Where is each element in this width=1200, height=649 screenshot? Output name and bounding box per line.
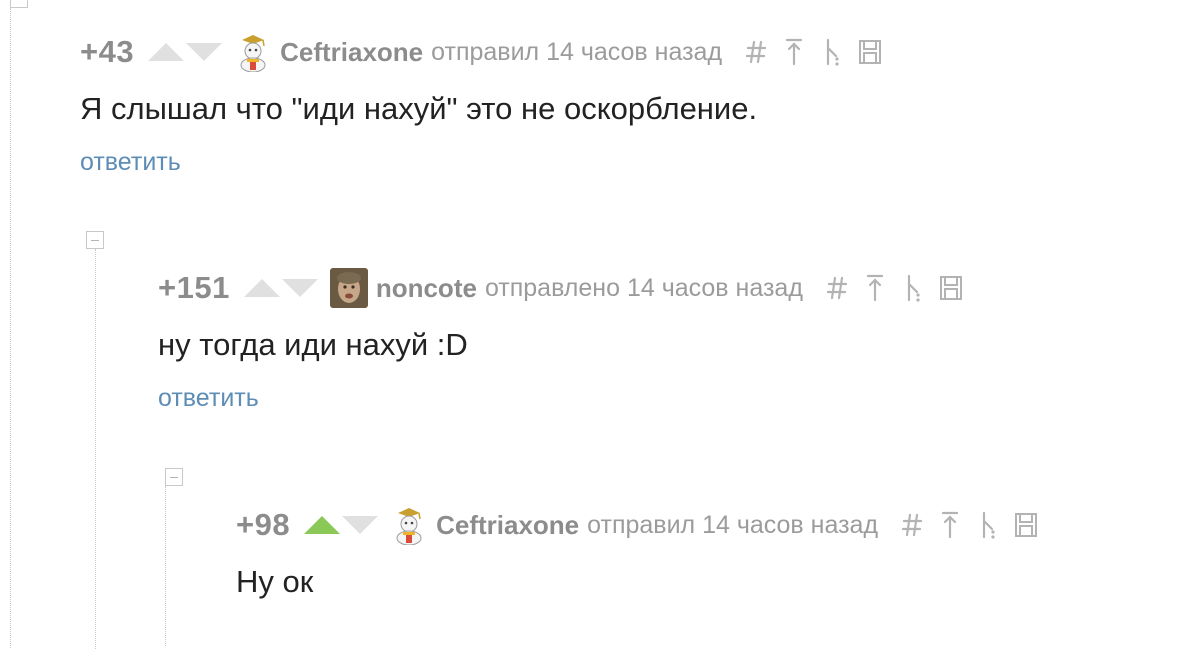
comment-username[interactable]: Ceftriaxone xyxy=(436,510,579,541)
comment-tools xyxy=(900,510,1038,540)
comment-meta: отправил 14 часов назад xyxy=(431,37,723,66)
comment-tools xyxy=(744,37,882,67)
comment-header: +151 noncote отправлено 14 часов назад xyxy=(158,268,963,308)
upvote-icon[interactable] xyxy=(243,279,280,297)
comment-text: Я слышал что "иди нахуй" это не оскорбле… xyxy=(80,91,758,126)
thread-line xyxy=(165,486,166,646)
comment-header: +43 Ceftriaxone отправил 14 часов назад xyxy=(80,32,882,72)
comment: +98 Ceftriaxone отправил 14 часов назад … xyxy=(236,505,1038,601)
hash-icon[interactable] xyxy=(744,37,768,67)
comment-tools xyxy=(825,273,963,303)
arrow-up-icon[interactable] xyxy=(782,37,806,67)
reply-link[interactable]: ответить xyxy=(80,148,181,177)
hash-icon[interactable] xyxy=(900,510,924,540)
collapse-button[interactable] xyxy=(165,468,183,486)
comment-header: +98 Ceftriaxone отправил 14 часов назад xyxy=(236,505,1038,545)
comment-rating: +98 xyxy=(236,507,291,542)
branch-icon[interactable] xyxy=(901,273,925,303)
downvote-icon[interactable] xyxy=(281,279,318,297)
downvote-icon[interactable] xyxy=(186,43,223,61)
upvote-icon[interactable] xyxy=(148,43,185,61)
thread-line xyxy=(95,249,96,649)
comment: +151 noncote отправлено 14 часов назад н… xyxy=(158,268,963,413)
reply-link[interactable]: ответить xyxy=(158,384,259,413)
downvote-icon[interactable] xyxy=(342,516,379,534)
comment-text: Ну ок xyxy=(236,564,314,599)
avatar[interactable] xyxy=(330,268,368,308)
save-icon[interactable] xyxy=(858,37,882,67)
arrow-up-icon[interactable] xyxy=(863,273,887,303)
upvote-icon[interactable] xyxy=(304,516,341,534)
comment-rating: +151 xyxy=(158,270,230,305)
branch-icon[interactable] xyxy=(976,510,1000,540)
avatar[interactable] xyxy=(390,505,428,545)
comment-username[interactable]: Ceftriaxone xyxy=(280,37,423,68)
save-icon[interactable] xyxy=(1014,510,1038,540)
comment-meta: отправлено 14 часов назад xyxy=(484,273,803,302)
comment-username[interactable]: noncote xyxy=(376,273,477,304)
save-icon[interactable] xyxy=(939,273,963,303)
comment: +43 Ceftriaxone отправил 14 часов назад … xyxy=(80,32,882,177)
collapse-button[interactable] xyxy=(10,0,28,8)
arrow-up-icon[interactable] xyxy=(938,510,962,540)
thread-line xyxy=(10,8,11,648)
avatar[interactable] xyxy=(234,32,272,72)
hash-icon[interactable] xyxy=(825,273,849,303)
comment-meta: отправил 14 часов назад xyxy=(587,510,879,539)
comment-rating: +43 xyxy=(80,34,135,69)
comment-text: ну тогда иди нахуй :D xyxy=(158,327,468,362)
branch-icon[interactable] xyxy=(820,37,844,67)
collapse-button[interactable] xyxy=(86,231,104,249)
